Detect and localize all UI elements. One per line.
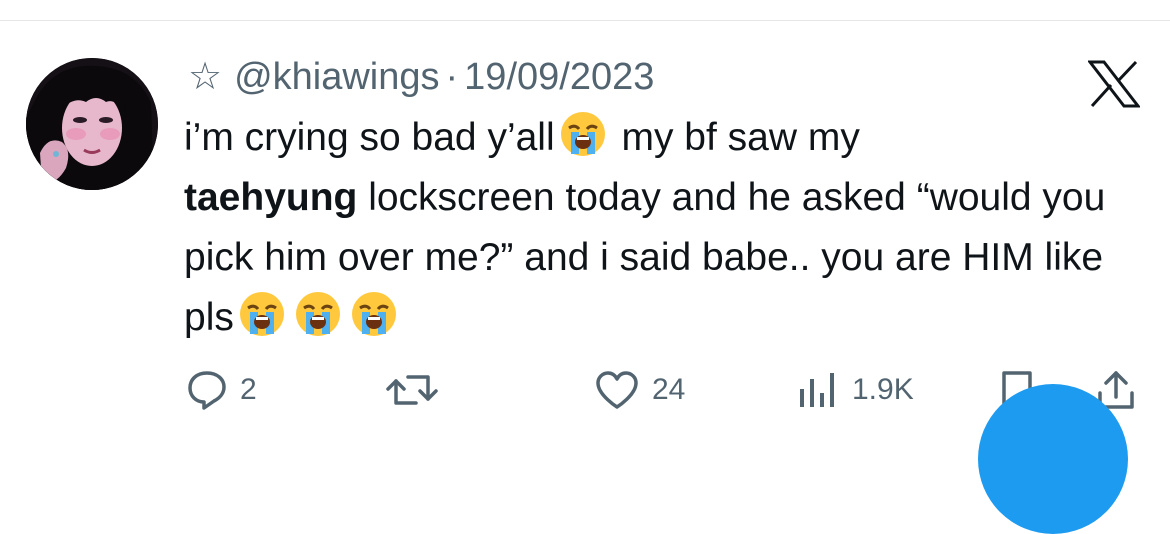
tweet-text-part-1: i’m crying so bad y’all bbox=[184, 116, 555, 159]
retweet-icon bbox=[386, 375, 438, 405]
like-button[interactable]: 24 bbox=[594, 360, 685, 420]
tweet-text-bold: taehyung bbox=[184, 176, 358, 219]
retweet-button[interactable] bbox=[386, 360, 438, 420]
tweet-date[interactable]: 19/09/2023 bbox=[464, 56, 654, 99]
tweet-text: i’m crying so bad y’all my bf saw my tae… bbox=[184, 108, 1144, 348]
loudly-crying-face-icon bbox=[559, 110, 607, 158]
reply-icon bbox=[188, 371, 226, 410]
top-divider bbox=[0, 20, 1170, 21]
loudly-crying-face-icon bbox=[350, 290, 398, 338]
reply-button[interactable]: 2 bbox=[186, 360, 257, 420]
separator-dot: · bbox=[445, 55, 459, 98]
view-count: 1.9K bbox=[852, 373, 914, 406]
loudly-crying-face-icon bbox=[294, 290, 342, 338]
avatar-image bbox=[26, 58, 158, 190]
loudly-crying-face-icon bbox=[238, 290, 286, 338]
compose-fab-button[interactable] bbox=[978, 384, 1128, 534]
like-count: 24 bbox=[652, 373, 686, 406]
x-logo-icon[interactable] bbox=[1088, 60, 1140, 108]
tweet-header: ☆ @khiawings · 19/09/2023 bbox=[188, 52, 654, 102]
star-outline-icon[interactable]: ☆ bbox=[188, 58, 222, 96]
heart-icon bbox=[596, 371, 638, 409]
avatar[interactable] bbox=[26, 58, 158, 190]
tweet-text-part-2: my bf saw my bbox=[610, 116, 860, 159]
user-handle[interactable]: @khiawings bbox=[234, 56, 439, 99]
reply-count: 2 bbox=[240, 373, 257, 406]
views-button[interactable]: 1.9K bbox=[796, 360, 914, 420]
views-bar-chart-icon bbox=[800, 373, 834, 407]
